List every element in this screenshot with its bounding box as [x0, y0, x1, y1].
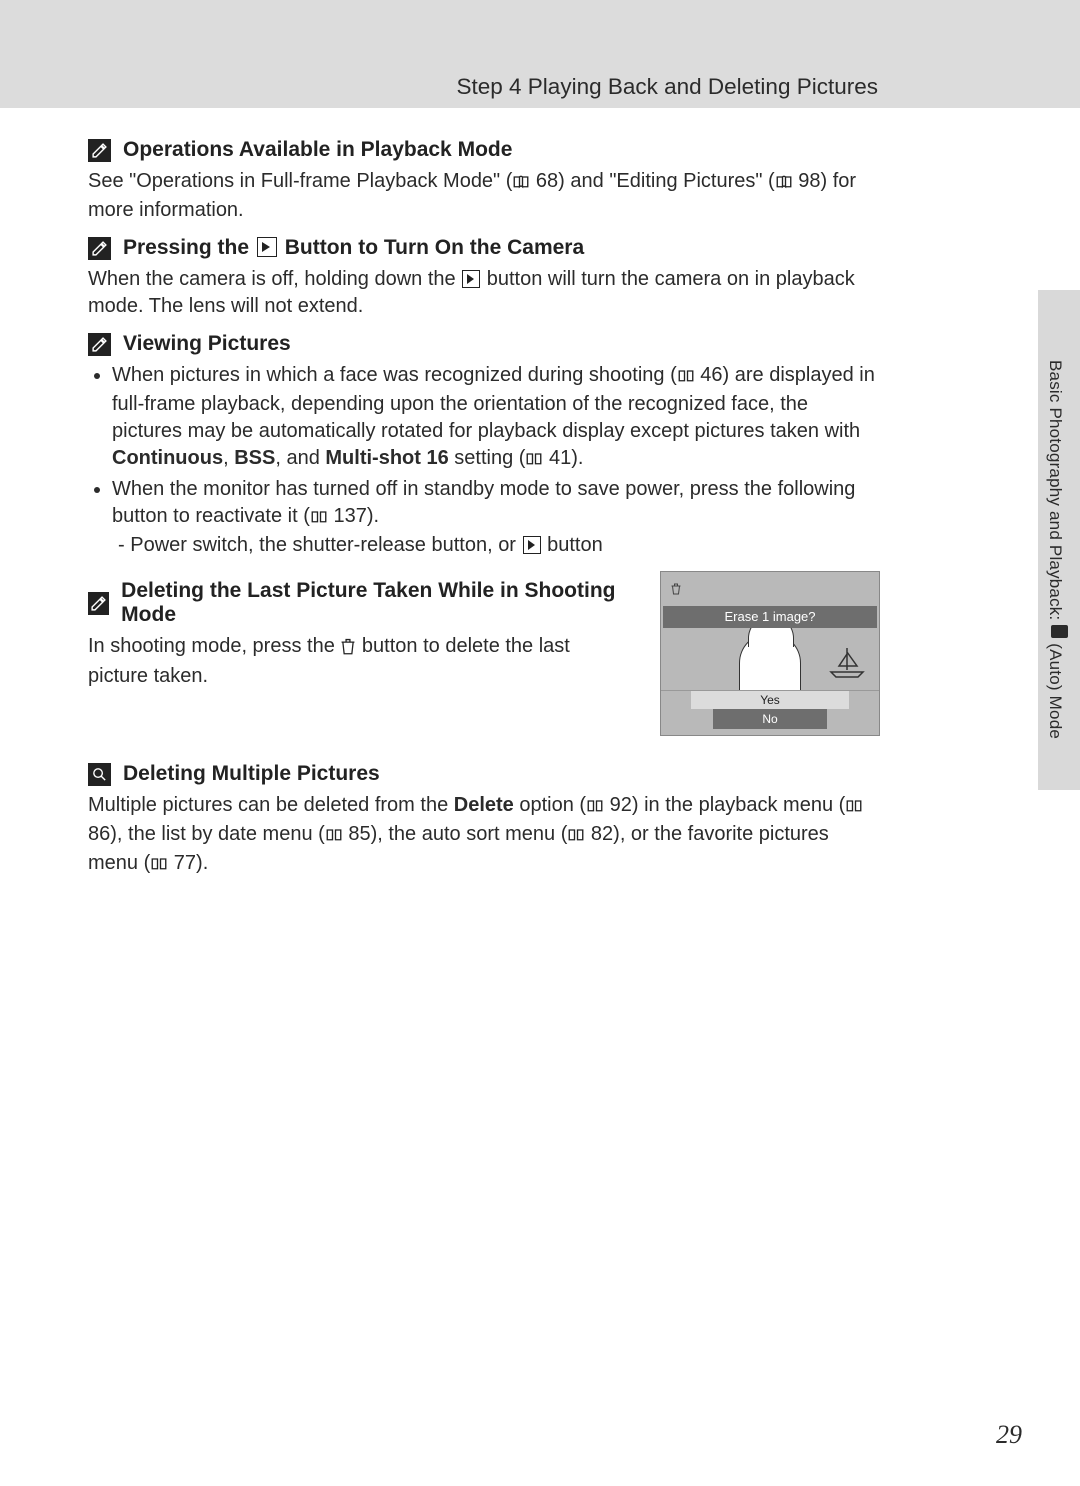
face-illustration	[739, 633, 801, 690]
lcd-option-yes: Yes	[691, 691, 849, 709]
book-icon	[512, 170, 530, 197]
content-area: Operations Available in Playback Mode Se…	[0, 108, 1080, 879]
page-title: Step 4 Playing Back and Deleting Picture…	[457, 74, 879, 100]
lcd-image-area	[661, 628, 879, 691]
boat-illustration	[827, 646, 867, 678]
pencil-icon	[88, 139, 111, 162]
play-icon	[523, 536, 541, 554]
section-heading: Pressing the Button to Turn On the Camer…	[88, 236, 880, 260]
section-title: Deleting the Last Picture Taken While in…	[121, 579, 632, 627]
section-title: Pressing the Button to Turn On the Camer…	[123, 236, 584, 260]
info-icon	[88, 763, 111, 786]
chapter-label: Basic Photography and Playback: (Auto) M…	[1045, 360, 1070, 739]
page-header: Step 4 Playing Back and Deleting Picture…	[0, 0, 1080, 108]
page-number: 29	[996, 1420, 1022, 1450]
list-item: When the monitor has turned off in stand…	[112, 476, 880, 559]
play-icon	[257, 237, 277, 257]
book-icon	[567, 823, 585, 850]
pencil-icon	[88, 592, 109, 615]
book-icon	[845, 794, 863, 821]
lcd-option-no: No	[713, 709, 827, 729]
play-icon	[462, 270, 480, 288]
book-icon	[325, 823, 343, 850]
section-heading: Deleting the Last Picture Taken While in…	[88, 579, 632, 627]
trash-icon	[340, 636, 356, 663]
section-title: Deleting Multiple Pictures	[123, 762, 380, 786]
camera-lcd-preview: Erase 1 image? Yes No	[660, 571, 880, 736]
list-item: When pictures in which a face was recogn…	[112, 362, 880, 474]
lcd-prompt: Erase 1 image?	[663, 606, 877, 628]
section-heading: Deleting Multiple Pictures	[88, 762, 880, 786]
book-icon	[525, 447, 543, 474]
section-heading: Operations Available in Playback Mode	[88, 138, 880, 162]
two-column: Deleting the Last Picture Taken While in…	[88, 567, 880, 736]
pencil-icon	[88, 237, 111, 260]
section-title: Operations Available in Playback Mode	[123, 138, 512, 162]
book-icon	[586, 794, 604, 821]
book-icon	[310, 505, 328, 532]
paragraph: When the camera is off, holding down the…	[88, 266, 880, 320]
book-icon	[775, 170, 793, 197]
book-icon	[677, 364, 695, 391]
manual-page: Step 4 Playing Back and Deleting Picture…	[0, 0, 1080, 1486]
section-title: Viewing Pictures	[123, 332, 291, 356]
paragraph: See "Operations in Full-frame Playback M…	[88, 168, 880, 224]
book-icon	[150, 852, 168, 879]
lcd-top	[661, 572, 879, 606]
paragraph: Multiple pictures can be deleted from th…	[88, 792, 880, 879]
bullet-list: When pictures in which a face was recogn…	[88, 362, 880, 559]
paragraph: In shooting mode, press the button to de…	[88, 633, 632, 690]
pencil-icon	[88, 333, 111, 356]
trash-icon	[669, 582, 683, 596]
sub-item: - Power switch, the shutter-release butt…	[118, 532, 880, 559]
section-heading: Viewing Pictures	[88, 332, 880, 356]
camera-icon	[1051, 625, 1068, 638]
